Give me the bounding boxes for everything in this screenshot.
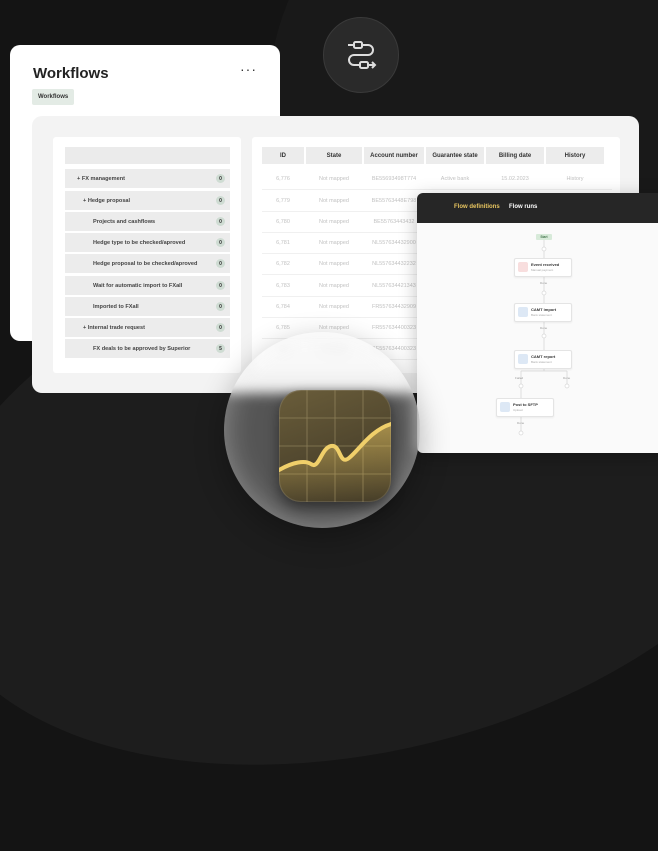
tree-item-label: Wait for automatic import to FXall <box>93 282 183 289</box>
flow-node[interactable]: Post to SFTP Upload <box>496 398 554 417</box>
flow-node[interactable]: CAMT import Bank statement <box>514 303 572 322</box>
flow-panel: Flow definitions Flow runs Start Event r… <box>417 193 658 453</box>
cell-account: BE55763448E798 <box>371 197 417 204</box>
column-header[interactable]: Account number <box>364 147 424 164</box>
workflow-tree: + FX management 0 + Hedge proposal 0 Pro… <box>53 137 241 373</box>
cell-state: Not mapped <box>319 218 349 225</box>
tree-item-label: + FX management <box>77 175 126 182</box>
more-options-button[interactable]: ··· <box>240 61 257 77</box>
cell-id: 6,779 <box>276 197 290 204</box>
workflows-chip[interactable]: Workflows <box>32 89 75 105</box>
tree-item-label: Projects and cashflows <box>93 218 156 225</box>
flow-node[interactable]: CAMT report Bank statement <box>514 350 572 369</box>
cell-guarantee: Active bank <box>440 175 470 182</box>
tree-item-label: Hedge proposal to be checked/aproved <box>93 260 198 267</box>
count-badge: 0 <box>216 323 225 332</box>
node-subtitle: Bank statement <box>531 313 552 317</box>
tree-item-label: Hedge type to be checked/aproved <box>93 239 186 246</box>
cell-account: FR557634400323 <box>371 324 417 331</box>
count-badge: 0 <box>216 238 225 247</box>
upload-icon <box>500 402 510 412</box>
count-badge: 0 <box>216 281 225 290</box>
cell-id: 6,784 <box>276 303 290 310</box>
cell-state: Not mapped <box>319 239 349 246</box>
tree-item-label: FX deals to be approved by Superior <box>93 345 191 352</box>
tree-item-label: Imported to FXall <box>93 303 139 310</box>
import-icon <box>518 307 528 317</box>
column-header[interactable]: State <box>306 147 362 164</box>
cell-account: FR557634432909 <box>371 303 417 310</box>
cell-id: 6,776 <box>276 175 290 182</box>
column-header[interactable]: ID <box>262 147 304 164</box>
cell-id: 6,781 <box>276 239 290 246</box>
count-badge: 0 <box>216 174 225 183</box>
cell-state: Not mapped <box>319 282 349 289</box>
node-title: Event received <box>531 262 560 267</box>
column-header[interactable]: History <box>546 147 604 164</box>
tree-item[interactable]: + Hedge proposal 0 <box>65 191 230 210</box>
count-badge: 0 <box>216 196 225 205</box>
column-header[interactable]: Guarantee state <box>426 147 484 164</box>
tree-item[interactable]: Projects and cashflows 0 <box>65 212 230 231</box>
count-badge: 0 <box>216 217 225 226</box>
count-badge: 0 <box>216 302 225 311</box>
connector-label: Done <box>563 376 571 380</box>
tree-item[interactable]: Imported to FXall 0 <box>65 297 230 316</box>
connector-label: Done <box>517 421 525 425</box>
page-title: Workflows <box>33 65 109 82</box>
connector-label: Done <box>540 326 548 330</box>
cell-account: NL557634421343 <box>372 282 416 289</box>
connector-label: Done <box>540 281 548 285</box>
cell-account: BE55763443432 <box>373 218 415 225</box>
flow-arrows-icon <box>323 17 399 93</box>
cell-state: Not mapped <box>319 260 349 267</box>
tree-item-label: + Hedge proposal <box>83 197 131 204</box>
node-title: Post to SFTP <box>513 402 538 407</box>
cell-billing-date: 15.02.2023 <box>501 175 529 182</box>
count-badge: 5 <box>216 344 225 353</box>
tree-item[interactable]: Wait for automatic import to FXall 0 <box>65 276 230 295</box>
tree-item[interactable]: FX deals to be approved by Superior 5 <box>65 339 230 358</box>
cell-state: Not mapped <box>319 303 349 310</box>
area-chart-icon <box>279 390 391 502</box>
node-subtitle: Upload <box>513 408 523 412</box>
alert-icon <box>518 262 528 272</box>
cell-history[interactable]: History <box>546 168 604 189</box>
node-subtitle: Bank statement <box>531 360 552 364</box>
column-header[interactable]: Billing date <box>486 147 544 164</box>
cell-id: 6,783 <box>276 282 290 289</box>
connector-label: Failed <box>515 376 524 380</box>
flow-node[interactable]: Event received Manual payment <box>514 258 572 277</box>
tree-header <box>65 147 230 164</box>
tree-item[interactable]: Hedge proposal to be checked/aproved 0 <box>65 254 230 273</box>
count-badge: 0 <box>216 259 225 268</box>
tree-item[interactable]: + FX management 0 <box>65 169 230 188</box>
tree-item-label: + Internal trade request <box>83 324 146 331</box>
cell-account: NL557634432232 <box>372 260 416 267</box>
node-title: CAMT import <box>531 307 557 312</box>
table-row[interactable]: 6,776 Not mapped BE55693498T774 Active b… <box>262 168 612 190</box>
node-subtitle: Manual payment <box>531 268 554 272</box>
cell-account: NL557634432900 <box>372 239 416 246</box>
cell-state: Not mapped <box>319 175 349 182</box>
tree-item[interactable]: Hedge type to be checked/aproved 0 <box>65 233 230 252</box>
cell-state: Not mapped <box>319 197 349 204</box>
cell-id: 6,780 <box>276 218 290 225</box>
cell-account: BE55693498T774 <box>371 175 417 182</box>
node-title: CAMT report <box>531 354 556 359</box>
start-node[interactable]: Start <box>536 234 552 240</box>
cell-id: 6,782 <box>276 260 290 267</box>
report-icon <box>518 354 528 364</box>
tree-item[interactable]: + Internal trade request 0 <box>65 318 230 337</box>
